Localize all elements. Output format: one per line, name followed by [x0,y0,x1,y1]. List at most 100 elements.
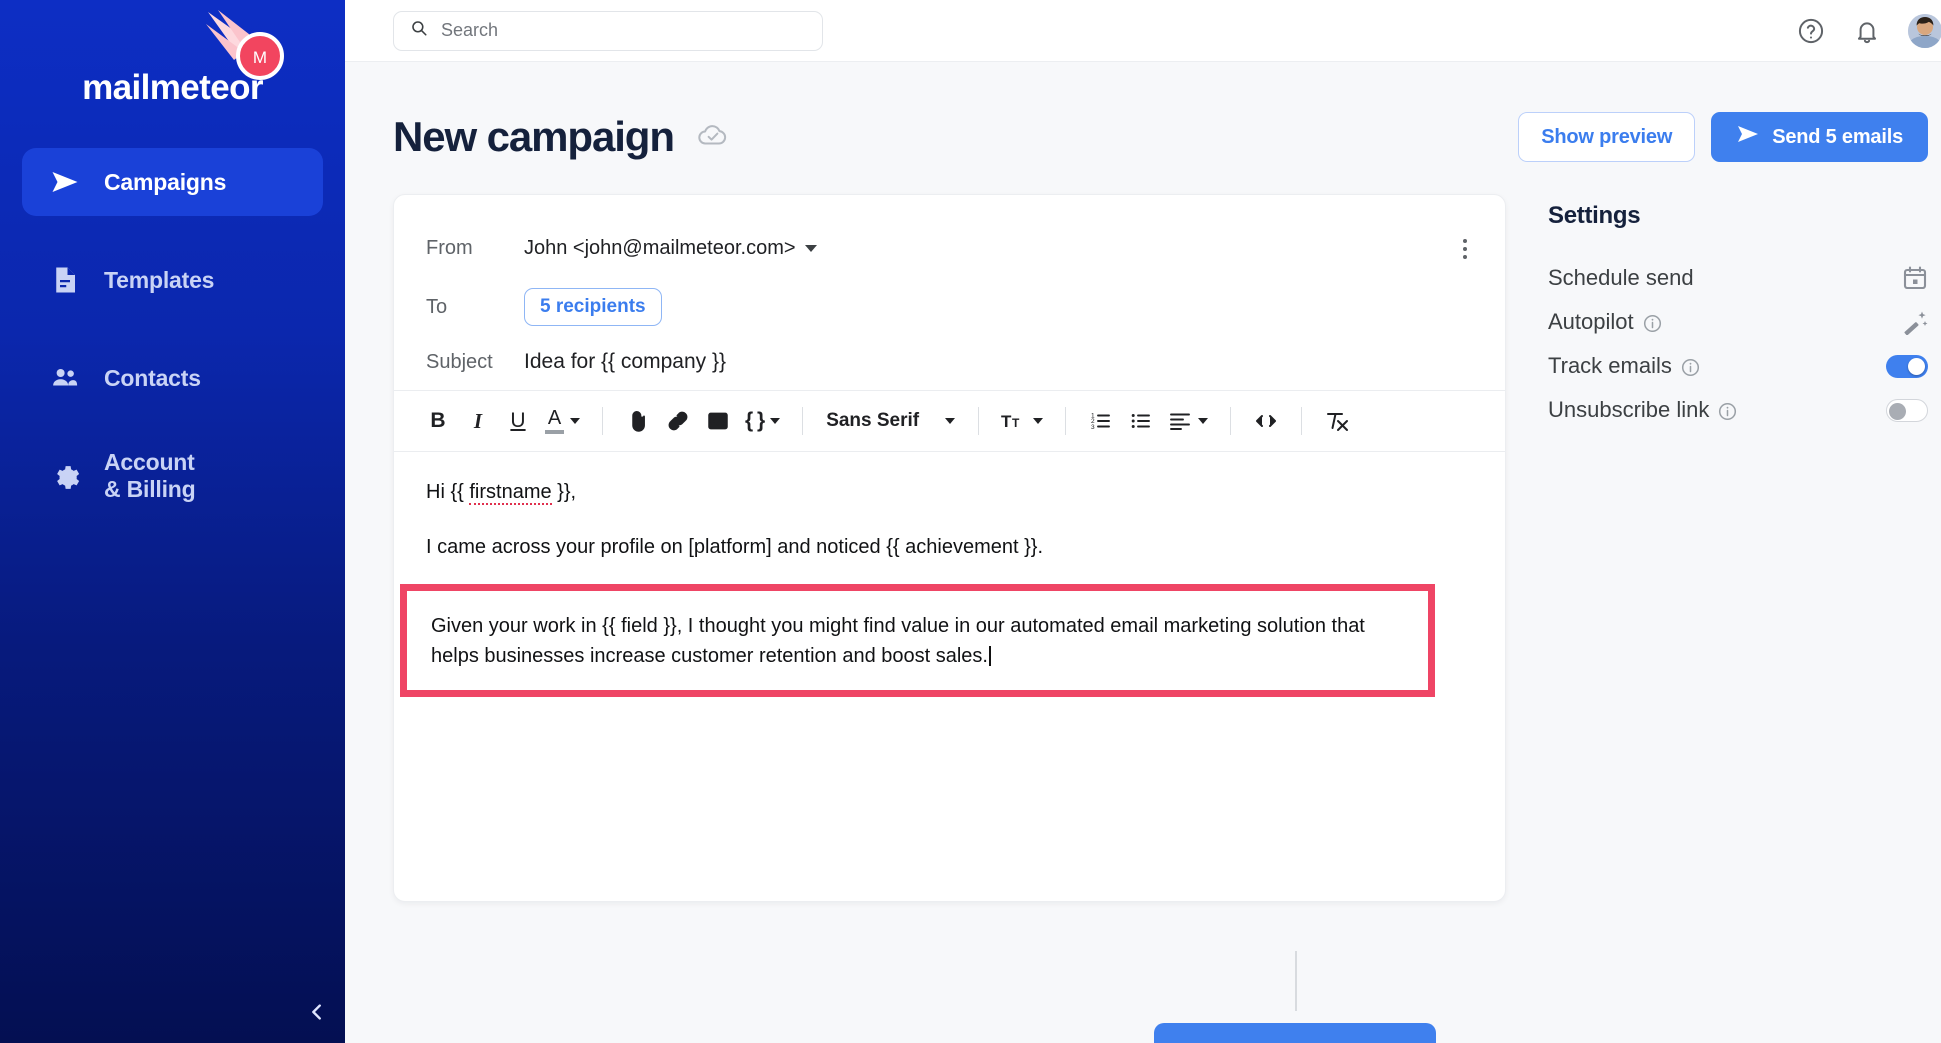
unsubscribe-link-toggle[interactable] [1886,398,1928,422]
info-icon[interactable] [1718,401,1737,420]
brand-logo[interactable]: mailmeteor M [0,0,345,130]
bulleted-list-icon[interactable] [1123,401,1159,441]
chevron-down-icon [804,245,817,252]
toolbar-divider [1065,407,1067,435]
sidebar-collapse-button[interactable] [296,993,338,1035]
merge-field-label: { } [745,409,765,432]
italic-button[interactable]: I [460,401,496,441]
setting-row-unsubscribe-link[interactable]: Unsubscribe link [1548,388,1928,432]
recipients-chip[interactable]: 5 recipients [524,288,662,326]
formatting-toolbar: B I U A {} Sans Serif T T 1 2 3 [394,390,1505,452]
body-paragraph-1: I came across your profile on [platform]… [426,536,1044,558]
track-emails-toggle[interactable] [1886,354,1928,378]
content-columns: From John <john@mailmeteor.com> To 5 rec… [345,194,1941,902]
search-input[interactable] [441,20,806,41]
sidebar-nav: Campaigns Templates Contacts Account & B… [0,148,345,510]
text-cursor [988,646,991,667]
sidebar-item-label-line1: Account [104,449,195,476]
send-emails-button[interactable]: Send 5 emails [1711,112,1928,162]
app-root: mailmeteor M Campaigns Templates Contact… [0,0,1941,1043]
chevron-down-icon [1033,418,1044,424]
sidebar-item-account-billing[interactable]: Account & Billing [22,442,323,510]
kebab-menu-icon[interactable] [1451,235,1479,263]
svg-text:3: 3 [1091,424,1095,431]
toolbar-divider [1230,407,1232,435]
toolbar-divider [602,407,603,435]
info-icon[interactable] [1643,313,1662,332]
to-row: To 5 recipients [394,280,1505,334]
email-body-editor[interactable]: Hi {{ firstname }}, I came across your p… [394,452,1505,901]
info-icon[interactable] [1681,357,1700,376]
font-family-select[interactable]: Sans Serif [820,410,961,432]
setting-label: Unsubscribe link [1548,397,1710,422]
page-title: New campaign [393,113,675,160]
send-emails-label: Send 5 emails [1772,125,1903,148]
top-bar [345,0,1941,62]
paperclip-icon[interactable] [620,401,656,441]
sidebar-item-label: Campaigns [104,168,227,195]
toolbar-divider [802,407,804,435]
sidebar-item-templates[interactable]: Templates [22,246,323,314]
from-value: John <john@mailmeteor.com> [524,237,796,259]
sidebar-item-campaigns[interactable]: Campaigns [22,148,323,216]
setting-label: Schedule send [1548,265,1694,290]
sidebar-item-label: Templates [104,266,215,293]
bold-button[interactable]: B [420,401,456,441]
add-followup-button[interactable] [1154,1023,1436,1043]
calendar-icon[interactable] [1882,265,1928,291]
align-left-icon[interactable] [1163,401,1213,441]
settings-panel: Settings Schedule send Autopilot Track e… [1548,194,1928,902]
people-icon [50,363,80,393]
from-label: From [426,237,473,259]
setting-row-autopilot[interactable]: Autopilot [1548,300,1928,344]
setting-row-track-emails[interactable]: Track emails [1548,344,1928,388]
toolbar-divider [1301,407,1303,435]
merge-field-button[interactable]: { } [740,401,785,441]
svg-text:T: T [1012,416,1020,430]
sidebar-item-label: Account & Billing [104,449,196,503]
subject-input[interactable]: Idea for {{ company }} [524,350,726,374]
setting-label-wrap: Track emails [1548,353,1700,379]
setting-label-wrap: Unsubscribe link [1548,397,1737,423]
avatar[interactable] [1908,13,1941,48]
setting-label: Autopilot [1548,309,1634,334]
to-label: To [426,295,448,318]
image-icon[interactable] [700,401,736,441]
settings-title: Settings [1548,202,1641,229]
link-icon[interactable] [660,401,696,441]
setting-label-wrap: Autopilot [1548,309,1662,335]
subject-row: Subject Idea for {{ company }} [394,334,1505,390]
search-box[interactable] [393,10,823,51]
underline-button[interactable]: U [500,401,536,441]
text-color-button[interactable]: A [540,401,585,441]
track-emails-toggle-wrap [1882,354,1928,378]
document-icon [50,265,80,295]
vertical-connector [1295,951,1297,1011]
show-preview-button[interactable]: Show preview [1518,112,1696,162]
help-circle-icon[interactable] [1796,16,1826,46]
magic-wand-icon[interactable] [1882,309,1928,335]
chevron-down-icon [770,418,781,424]
numbered-list-icon[interactable]: 123 [1083,401,1119,441]
from-selector[interactable]: John <john@mailmeteor.com> [524,237,817,260]
svg-text:M: M [253,48,267,67]
toolbar-divider [978,407,980,435]
svg-text:T: T [1001,412,1012,431]
search-icon [410,19,428,42]
highlighted-paragraph-box[interactable]: Given your work in {{ field }}, I though… [400,584,1435,697]
bell-icon[interactable] [1852,16,1882,46]
from-row: From John <john@mailmeteor.com> [394,217,1505,280]
paper-plane-icon [50,167,80,197]
gear-icon [50,461,80,491]
setting-row-schedule-send[interactable]: Schedule send [1548,256,1928,300]
sidebar-item-contacts[interactable]: Contacts [22,344,323,412]
clear-formatting-icon[interactable] [1319,401,1355,441]
code-icon[interactable] [1248,401,1284,441]
body-greeting: Hi {{ firstname }}, [426,478,1473,507]
sidebar: mailmeteor M Campaigns Templates Contact… [0,0,345,1043]
unsubscribe-link-toggle-wrap [1882,398,1928,422]
font-size-icon[interactable]: TT [996,401,1048,441]
cloud-check-icon [696,118,730,157]
sidebar-item-label-line2: & Billing [104,476,196,502]
subject-label: Subject [426,350,493,373]
